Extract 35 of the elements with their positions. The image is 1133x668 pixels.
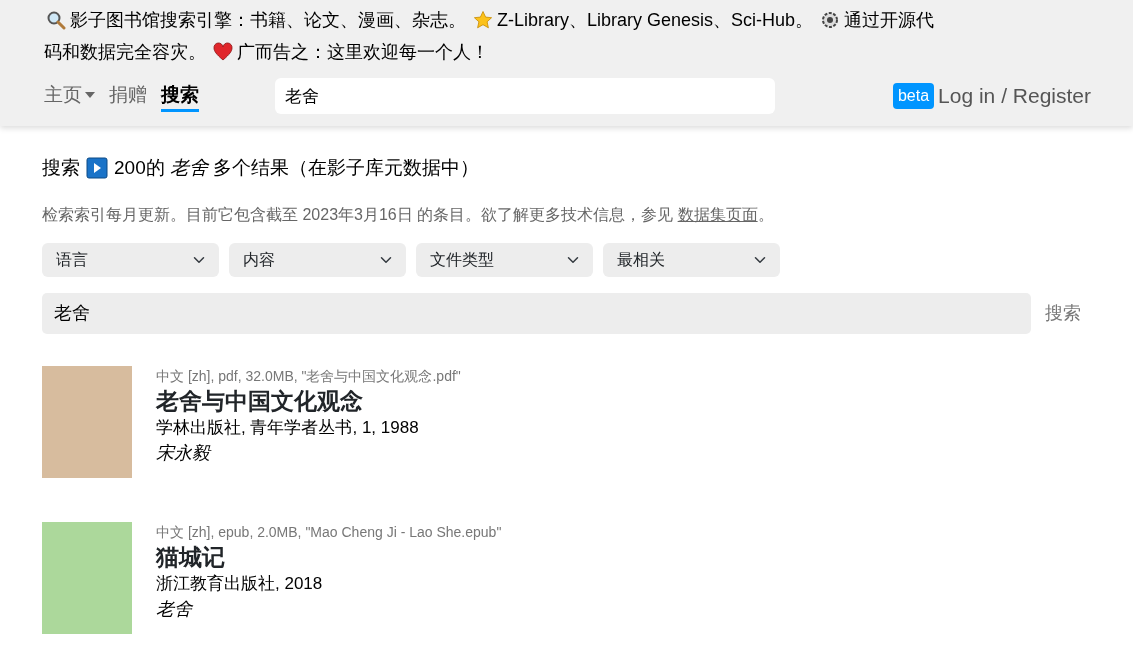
beta-badge: beta bbox=[892, 83, 935, 109]
search-field[interactable]: 老舍 bbox=[275, 78, 775, 114]
star-icon bbox=[473, 10, 493, 30]
publisher-text: 学林出版社, 青年学者丛书, 1, 1988 bbox=[156, 416, 420, 439]
search-button[interactable]: 搜索 bbox=[1035, 299, 1091, 327]
heart-icon bbox=[213, 42, 233, 62]
gear-icon bbox=[820, 10, 841, 30]
filter-select[interactable]: 内容 bbox=[229, 242, 406, 277]
search-field[interactable]: 老舍 bbox=[42, 292, 1031, 334]
nav-tab[interactable]: 搜索 bbox=[161, 80, 199, 112]
banner-text: 影子图书馆搜索引擎：书籍、论文、漫画、杂志。 bbox=[70, 10, 466, 30]
nav-tab[interactable]: 捐赠 bbox=[109, 80, 147, 112]
banner-text: 码和数据完全容灾。 bbox=[44, 42, 206, 62]
dataset-link[interactable]: 数据集页面 bbox=[677, 205, 758, 223]
nav-tab[interactable]: 主页 bbox=[44, 80, 95, 112]
author-text: 宋永毅 bbox=[156, 442, 213, 465]
filter-select[interactable]: 最相关 bbox=[603, 242, 780, 277]
banner-text: 通过开源代 bbox=[844, 10, 935, 30]
author-text: 老舍 bbox=[156, 598, 194, 621]
play-icon bbox=[86, 157, 108, 180]
banner-text: 广而告之：这里欢迎每一个人！ bbox=[237, 42, 489, 62]
search-icon bbox=[46, 10, 66, 30]
results-summary: 200的 老舍 多个结果（在影子库元数据中） bbox=[114, 156, 480, 180]
file-info: 中文 [zh], epub, 2.0MB, "Mao Cheng Ji - Lao She.epub" bbox=[156, 522, 502, 542]
book-title[interactable]: 老舍与中国文化观念 bbox=[156, 386, 461, 415]
caret-icon bbox=[85, 91, 95, 98]
file-info: 中文 [zh], pdf, 32.0MB, "老舍与中国文化观念.pdf" bbox=[156, 366, 461, 386]
banner-text: Z-Library、Library Genesis、Sci-Hub。 bbox=[497, 10, 814, 30]
search-label: 搜索 bbox=[42, 156, 80, 180]
login-link[interactable]: Log in / Register bbox=[938, 80, 1091, 112]
publisher-text: 浙江教育出版社, 2018 bbox=[156, 572, 324, 595]
info-text: 检索索引每月更新。目前它包含截至 2023年3月16日 的条目。欲了解更多技术信息，参见 数据集页面。 bbox=[42, 204, 775, 225]
filter-select[interactable]: 语言 bbox=[42, 242, 219, 277]
book-title[interactable]: 猫城记 bbox=[156, 542, 502, 571]
filter-select[interactable]: 文件类型 bbox=[416, 242, 593, 277]
